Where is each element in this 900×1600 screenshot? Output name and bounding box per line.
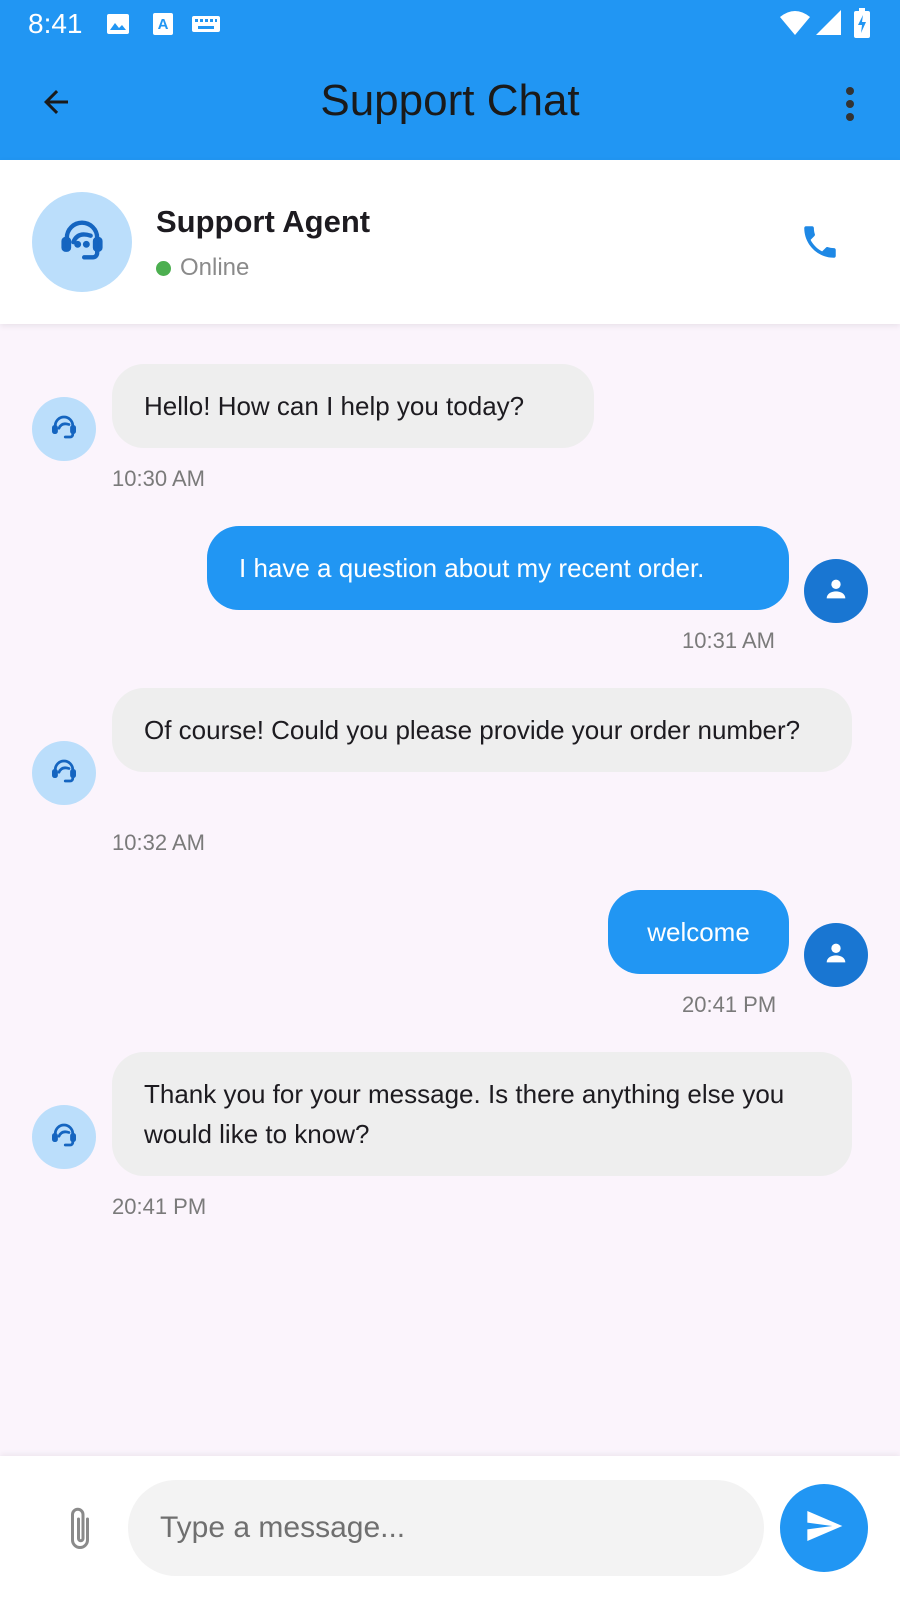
person-icon (822, 575, 850, 608)
text-a-icon: A (152, 12, 174, 41)
avatar (32, 192, 132, 292)
send-button[interactable] (780, 1484, 868, 1572)
keyboard-icon (192, 16, 220, 37)
message-timestamp: 10:32 AM (112, 830, 205, 855)
page-title: Support Chat (320, 76, 580, 125)
status-bar: 8:41 A (0, 0, 900, 48)
status-time: 8:41 (28, 8, 83, 39)
attach-button[interactable] (56, 1500, 104, 1560)
phone-icon (799, 221, 841, 268)
svg-text:A: A (158, 16, 169, 33)
message-bubble-agent: Of course! Could you please provide your… (112, 688, 852, 772)
support-agent-icon (49, 412, 79, 447)
message-timestamp: 10:31 AM (682, 628, 775, 653)
image-icon (106, 12, 130, 41)
message-timestamp: 20:41 PM (112, 1194, 207, 1219)
online-indicator-icon (156, 260, 171, 276)
message-bubble-agent: Thank you for your message. Is there any… (112, 1052, 852, 1176)
agent-name: Support Agent (156, 204, 371, 239)
agent-status: Online (156, 254, 249, 282)
message-input[interactable] (128, 1480, 764, 1576)
message-timestamp: 10:30 AM (112, 466, 205, 491)
agent-avatar (32, 1105, 96, 1169)
battery-charging-icon (854, 8, 870, 43)
support-agent-icon (49, 756, 79, 791)
support-agent-icon (56, 214, 108, 271)
more-options-button[interactable] (828, 80, 872, 132)
support-agent-icon (49, 1120, 79, 1155)
agent-header: Support Agent Online (0, 160, 900, 324)
more-vert-icon (845, 86, 855, 127)
user-avatar (804, 923, 868, 987)
app-bar: 8:41 A Support Chat (0, 0, 900, 160)
agent-avatar (32, 741, 96, 805)
message-bubble-user: I have a question about my recent order. (207, 526, 789, 610)
message-timestamp: 20:41 PM (682, 992, 777, 1017)
message-bubble-agent: Hello! How can I help you today? (112, 364, 594, 448)
wifi-icon (780, 10, 810, 41)
person-icon (822, 939, 850, 972)
agent-avatar (32, 397, 96, 461)
call-button[interactable] (792, 216, 848, 272)
message-bubble-user: welcome (608, 890, 789, 974)
send-icon (804, 1506, 844, 1551)
message-composer (0, 1456, 900, 1600)
user-avatar (804, 559, 868, 623)
attach-file-icon (65, 1504, 95, 1557)
signal-icon (816, 10, 842, 41)
agent-status-label: Online (180, 254, 250, 281)
